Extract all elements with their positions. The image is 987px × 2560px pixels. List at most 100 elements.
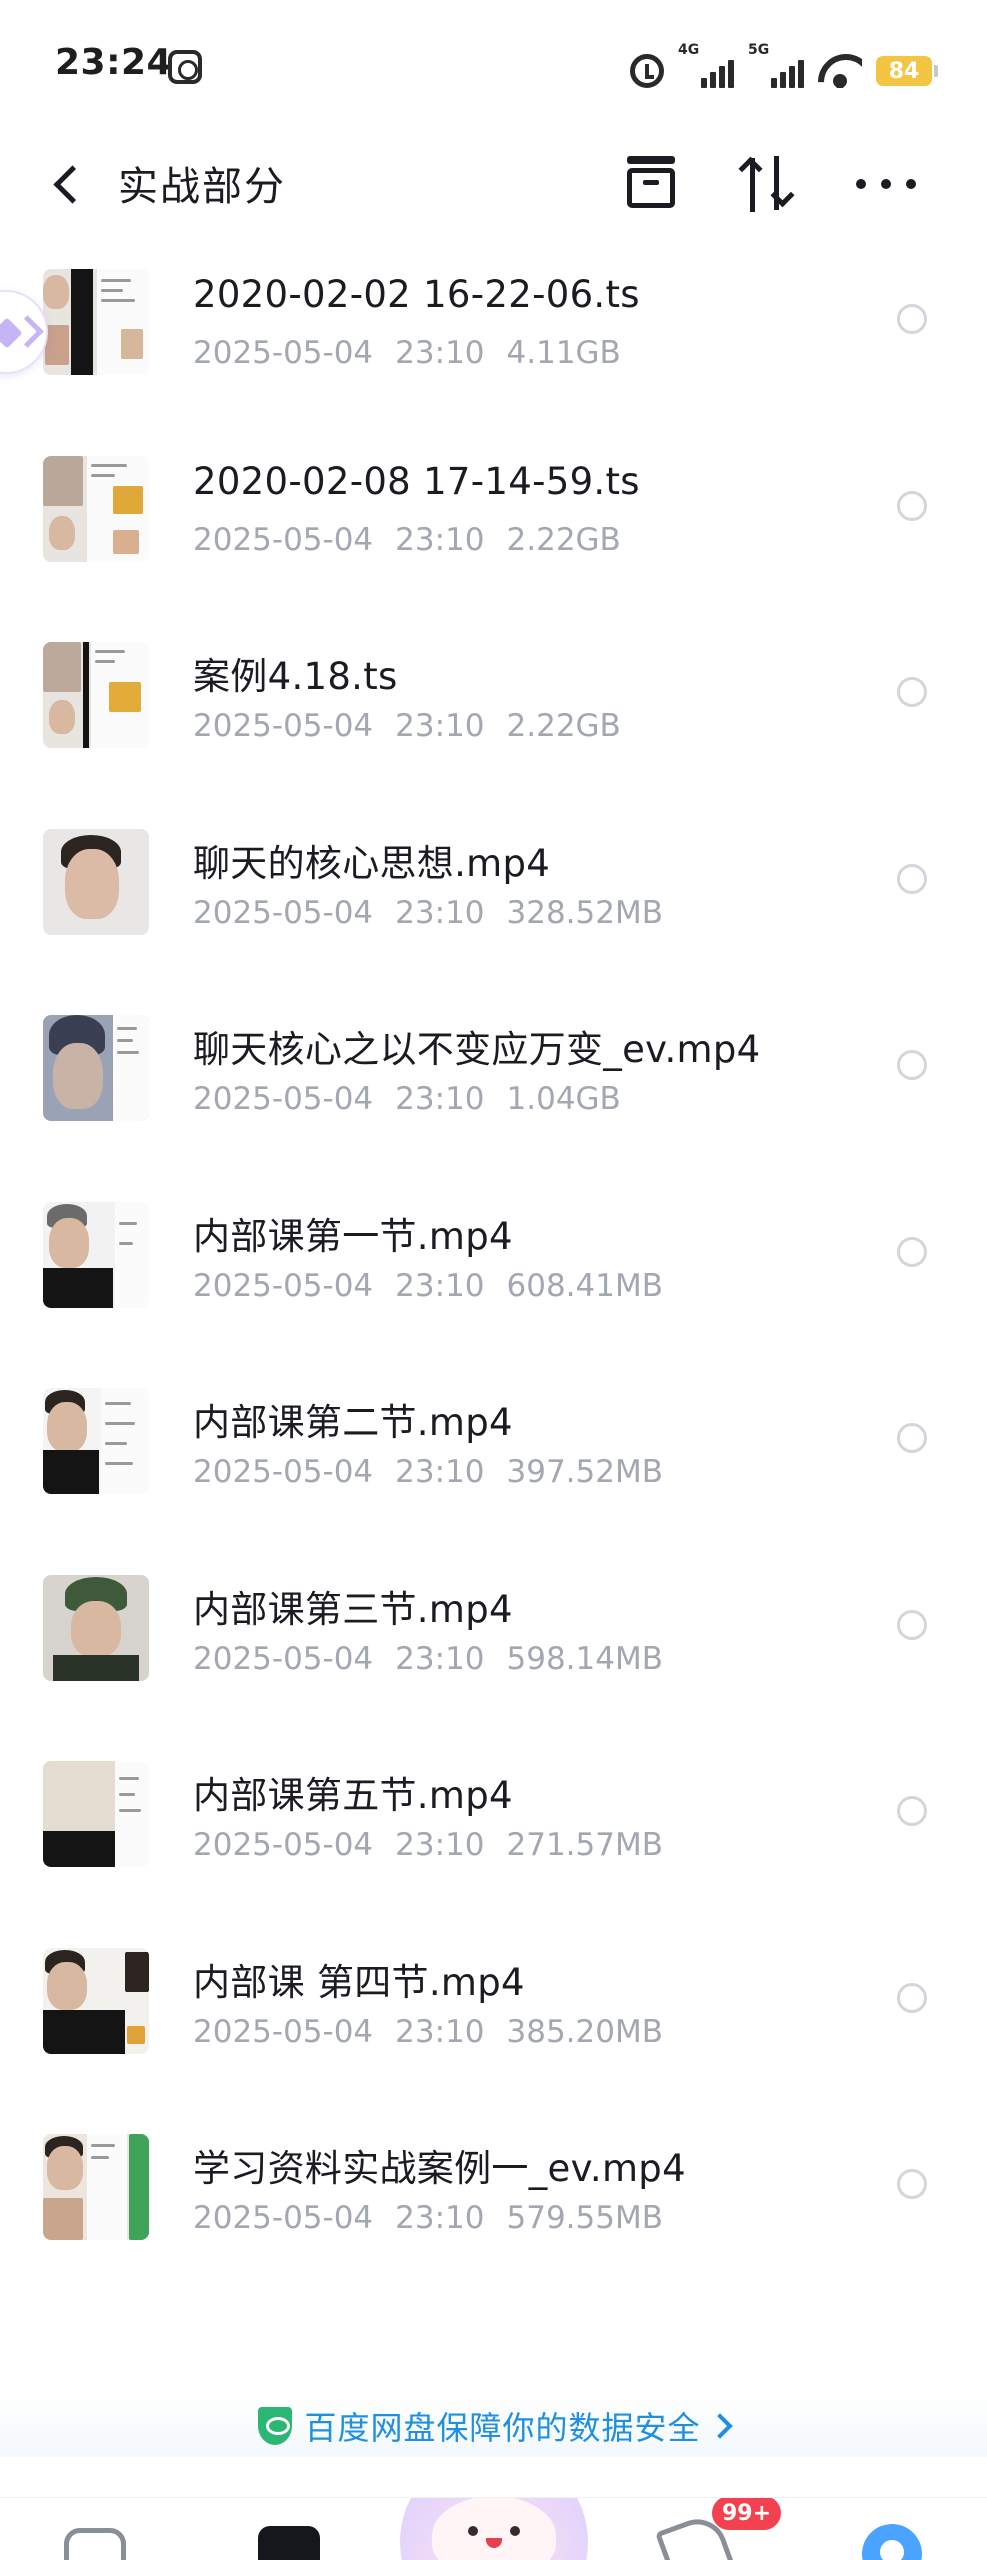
select-radio[interactable]	[897, 2169, 927, 2199]
file-time: 23:10	[395, 708, 485, 744]
file-list: 2020-02-02 16-22-06.ts 2025-05-04 23:10 4.…	[0, 247, 987, 2299]
status-icons: 4G 5G 84	[630, 42, 938, 88]
video-thumbnail	[43, 1574, 149, 1681]
list-item[interactable]: 案例4.18.ts 2025-05-04 23:10 2.22GB	[0, 620, 987, 807]
file-time: 23:10	[395, 335, 485, 371]
select-radio[interactable]	[897, 1050, 927, 1080]
status-bar: 23:24 4G 5G 84	[0, 0, 987, 130]
file-size: 1.04GB	[506, 1081, 621, 1117]
nav-home-icon[interactable]	[64, 2528, 126, 2560]
video-thumbnail	[43, 1761, 149, 1867]
file-meta: 2025-05-04 23:10 328.52MB	[193, 895, 685, 931]
file-date: 2025-05-04	[193, 521, 374, 558]
security-banner[interactable]: 百度网盘保障你的数据安全	[0, 2395, 987, 2457]
select-radio[interactable]	[897, 1982, 927, 2013]
file-size: 397.52MB	[506, 1454, 663, 1490]
video-thumbnail	[43, 1388, 149, 1494]
file-name: 内部课第五节.mp4	[193, 1774, 513, 1817]
file-date: 2025-05-04	[193, 708, 374, 744]
video-thumbnail	[43, 2134, 149, 2240]
video-thumbnail	[43, 1947, 149, 2054]
signal-5g-icon: 5G	[748, 42, 804, 88]
alarm-icon	[630, 54, 664, 88]
battery-icon: 84	[876, 56, 938, 86]
video-thumbnail	[43, 1201, 149, 1308]
file-name: 学习资料实战案例一_ev.mp4	[193, 2147, 686, 2190]
wifi-icon	[818, 52, 862, 88]
file-time: 23:10	[395, 894, 485, 931]
file-meta: 2025-05-04 23:10 4.11GB	[193, 335, 643, 371]
file-date: 2025-05-04	[193, 1081, 374, 1117]
file-size: 579.55MB	[506, 2200, 663, 2236]
file-meta: 2025-05-04 23:10 2.22GB	[193, 708, 643, 744]
shield-icon	[258, 2407, 293, 2445]
file-name: 2020-02-08 17-14-59.ts	[193, 459, 640, 503]
list-item[interactable]: 聊天的核心思想.mp4 2025-05-04 23:10 328.52MB	[0, 807, 987, 994]
notification-badge: 99+	[712, 2498, 782, 2530]
file-name: 内部课第三节.mp4	[193, 1587, 513, 1631]
list-item[interactable]: 内部课 第四节.mp4 2025-05-04 23:10 385.20MB	[0, 1926, 987, 2113]
select-radio[interactable]	[897, 1236, 927, 1267]
file-meta: 2025-05-04 23:10 608.41MB	[193, 1268, 685, 1304]
archive-icon[interactable]	[624, 154, 684, 212]
assistant-avatar-icon	[432, 2498, 556, 2560]
file-meta: 2025-05-04 23:10 598.14MB	[193, 1641, 685, 1677]
list-item[interactable]: 学习资料实战案例一_ev.mp4 2025-05-04 23:10 579.55MB	[0, 2112, 987, 2299]
file-name: 内部课第二节.mp4	[193, 1401, 513, 1444]
file-date: 2025-05-04	[193, 1267, 374, 1304]
select-radio[interactable]	[897, 1609, 927, 1640]
file-date: 2025-05-04	[193, 1827, 374, 1863]
file-name: 内部课 第四节.mp4	[193, 1960, 525, 2004]
select-radio[interactable]	[897, 490, 927, 521]
nav-profile-icon[interactable]	[862, 2524, 922, 2560]
video-thumbnail	[43, 1015, 149, 1121]
list-item[interactable]: 内部课第二节.mp4 2025-05-04 23:10 397.52MB	[0, 1366, 987, 1553]
file-size: 271.57MB	[506, 1827, 663, 1863]
list-item[interactable]: 2020-02-08 17-14-59.ts 2025-05-04 23:10 2.…	[0, 434, 987, 621]
video-thumbnail	[43, 269, 149, 375]
battery-level: 84	[888, 58, 920, 84]
file-meta: 2025-05-04 23:10 579.55MB	[193, 2200, 685, 2236]
file-date: 2025-05-04	[193, 335, 374, 371]
file-size: 598.14MB	[506, 1640, 663, 1677]
bottom-nav: 99+	[0, 2497, 987, 2560]
file-name: 聊天的核心思想.mp4	[193, 841, 551, 885]
file-time: 23:10	[395, 1827, 485, 1863]
select-radio[interactable]	[897, 1796, 927, 1826]
file-size: 2.22GB	[506, 708, 621, 744]
more-icon[interactable]	[856, 174, 916, 194]
file-date: 2025-05-04	[193, 1454, 374, 1490]
select-radio[interactable]	[897, 863, 927, 894]
file-time: 23:10	[395, 1454, 485, 1490]
file-size: 385.20MB	[506, 2013, 663, 2050]
file-date: 2025-05-04	[193, 1640, 374, 1677]
select-radio[interactable]	[897, 1423, 927, 1453]
app-notification-icon	[168, 50, 202, 84]
video-thumbnail	[43, 455, 149, 562]
file-time: 23:10	[395, 2200, 485, 2236]
file-date: 2025-05-04	[193, 2200, 374, 2236]
file-meta: 2025-05-04 23:10 397.52MB	[193, 1454, 685, 1490]
signal-4g-icon: 4G	[678, 42, 734, 88]
list-item[interactable]: 2020-02-02 16-22-06.ts 2025-05-04 23:10 4.…	[0, 247, 987, 434]
list-item[interactable]: 聊天核心之以不变应万变_ev.mp4 2025-05-04 23:10 1.04GB	[0, 993, 987, 1180]
file-time: 23:10	[395, 521, 485, 558]
select-radio[interactable]	[897, 677, 927, 707]
file-size: 608.41MB	[506, 1267, 663, 1304]
nav-files-icon[interactable]	[258, 2526, 320, 2560]
list-item[interactable]: 内部课第一节.mp4 2025-05-04 23:10 608.41MB	[0, 1180, 987, 1367]
network-type-label: 5G	[748, 42, 770, 58]
security-text: 百度网盘保障你的数据安全	[304, 2409, 701, 2447]
file-time: 23:10	[395, 1267, 485, 1304]
select-radio[interactable]	[897, 304, 927, 334]
file-size: 328.52MB	[506, 894, 663, 931]
list-item[interactable]: 内部课第三节.mp4 2025-05-04 23:10 598.14MB	[0, 1553, 987, 1740]
status-time: 23:24	[55, 42, 173, 83]
back-arrow-icon[interactable]	[40, 156, 96, 212]
file-name: 聊天核心之以不变应万变_ev.mp4	[193, 1028, 761, 1071]
sort-icon[interactable]	[740, 152, 798, 214]
file-date: 2025-05-04	[193, 894, 374, 931]
video-thumbnail	[43, 642, 149, 748]
file-time: 23:10	[395, 2013, 485, 2050]
list-item[interactable]: 内部课第五节.mp4 2025-05-04 23:10 271.57MB	[0, 1739, 987, 1926]
